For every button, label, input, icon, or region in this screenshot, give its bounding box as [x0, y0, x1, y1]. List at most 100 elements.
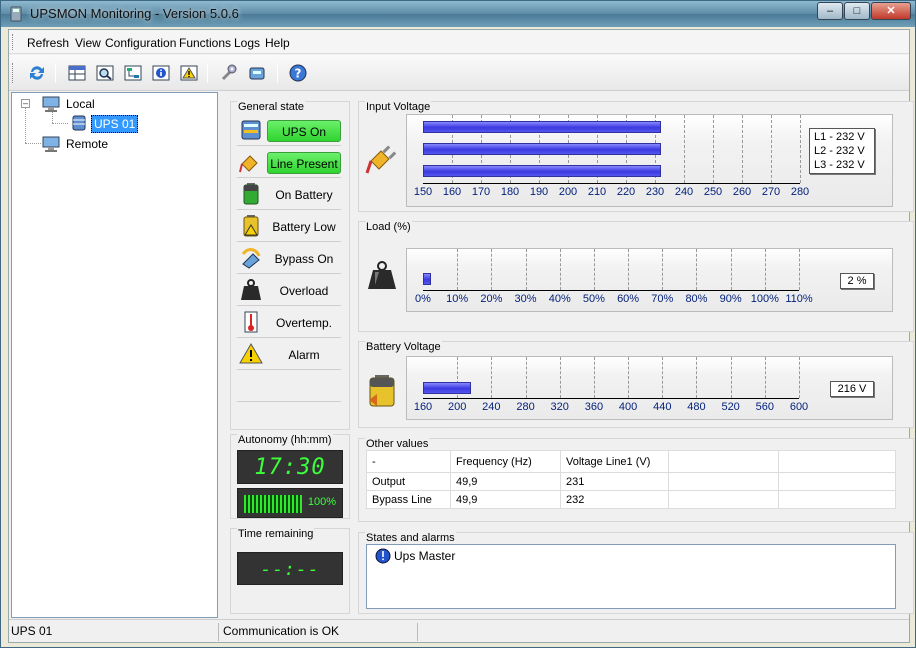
- gauge-bar: [423, 121, 661, 133]
- menu-functions[interactable]: Functions: [179, 36, 231, 50]
- minimize-button[interactable]: –: [817, 2, 843, 20]
- ups-icon[interactable]: [247, 63, 267, 83]
- toolbar-grip: [12, 63, 15, 83]
- grid-line: [764, 249, 766, 290]
- autonomy-display: 17:30: [237, 450, 343, 484]
- bypass-icon: [241, 248, 261, 269]
- state-row: Battery Low: [237, 212, 341, 242]
- other-values-table: - Frequency (Hz) Voltage Line1 (V) Outpu…: [366, 450, 896, 509]
- tick-label: 60%: [617, 293, 640, 305]
- tick-label: 200: [558, 186, 578, 198]
- tick-label: 40%: [548, 293, 571, 305]
- table-cell: 49,9: [450, 490, 561, 509]
- state-label: Alarm: [288, 348, 320, 362]
- tree-node-remote[interactable]: Remote: [66, 137, 108, 151]
- menu-help[interactable]: Help: [265, 36, 290, 50]
- menu-logs[interactable]: Logs: [234, 36, 260, 50]
- tick-label: 180: [500, 186, 520, 198]
- battery-low-icon: [243, 215, 259, 237]
- menu-view[interactable]: View: [75, 36, 101, 50]
- tick-label: 80%: [685, 293, 708, 305]
- tools-icon[interactable]: [219, 63, 239, 83]
- tick-label: 400: [618, 401, 638, 413]
- gauge-axis: [423, 290, 799, 291]
- tree-node-local[interactable]: Local: [66, 97, 95, 111]
- tick-label: 190: [529, 186, 549, 198]
- grid-line: [628, 357, 630, 398]
- alarm-icon: [239, 343, 263, 364]
- tick-label: 480: [687, 401, 706, 413]
- line3-readout: L3 - 232 V: [814, 159, 865, 171]
- ups-stack-icon: [241, 120, 261, 140]
- general-state-title: General state: [237, 101, 306, 113]
- grid-line: [525, 249, 527, 290]
- grid-line: [696, 357, 698, 398]
- grid-line: [696, 249, 698, 290]
- toolbar-separator: [277, 63, 278, 83]
- line2-readout: L2 - 232 V: [814, 145, 865, 157]
- help-icon[interactable]: ?: [288, 63, 308, 83]
- app-window: UPSMON Monitoring - Version 5.0.6 – □ ✕ …: [0, 0, 916, 648]
- tick-label: 360: [584, 401, 604, 413]
- tick-label: 200: [447, 401, 467, 413]
- table-header[interactable]: Frequency (Hz): [450, 450, 561, 473]
- table-cell: Output: [366, 472, 451, 491]
- states-alarms-title: States and alarms: [365, 532, 456, 544]
- menu-bar: Refresh View Configuration Functions Log…: [9, 30, 909, 54]
- input-voltage-title: Input Voltage: [365, 101, 432, 113]
- state-row: Bypass On: [237, 244, 341, 274]
- table-cell: [668, 490, 779, 509]
- tick-label: 240: [482, 401, 501, 413]
- battery-voltage-panel: Battery Voltage 160 200 240 280 320 360 400 440…: [358, 341, 914, 428]
- tick-label: 160: [413, 401, 433, 413]
- status-bar: UPS 01 Communication is OK: [9, 619, 909, 642]
- table-header[interactable]: [778, 450, 896, 473]
- table-icon[interactable]: [67, 63, 87, 83]
- close-button[interactable]: ✕: [871, 2, 911, 20]
- grid-line: [593, 357, 595, 398]
- table-row[interactable]: Bypass Line 49,9 232: [366, 490, 896, 509]
- state-label: On Battery: [275, 188, 333, 202]
- table-header[interactable]: -: [366, 450, 451, 473]
- tree-line: [52, 123, 68, 124]
- tick-label: 260: [732, 186, 752, 198]
- collapse-toggle[interactable]: –: [21, 99, 30, 108]
- gauge-axis: [423, 183, 800, 184]
- maximize-button[interactable]: □: [844, 2, 870, 20]
- warning-icon[interactable]: [179, 63, 199, 83]
- tree-line: [25, 107, 26, 143]
- gauge-bar: [423, 273, 431, 285]
- tree-node-ups[interactable]: UPS 01: [91, 115, 139, 133]
- info-icon[interactable]: [151, 63, 171, 83]
- tick-label: 100%: [750, 293, 779, 305]
- grid-line: [457, 249, 459, 290]
- menu-refresh[interactable]: Refresh: [27, 36, 69, 50]
- svg-text:?: ?: [295, 67, 302, 81]
- input-voltage-readout: L1 - 232 V L2 - 232 V L3 - 232 V: [809, 128, 875, 174]
- device-tree[interactable]: – Local UPS 01 Remote: [11, 92, 218, 618]
- table-header[interactable]: [668, 450, 779, 473]
- network-icon[interactable]: [123, 63, 143, 83]
- window-title: UPSMON Monitoring - Version 5.0.6: [30, 6, 239, 21]
- grid-line: [662, 357, 664, 398]
- ups-device-icon: [72, 115, 86, 131]
- search-icon[interactable]: [95, 63, 115, 83]
- states-alarms-list[interactable]: Ups Master: [366, 544, 896, 609]
- input-voltage-panel: Input Voltage 150 160 170 180 190 200 210 220 23…: [358, 101, 914, 212]
- table-cell: 232: [560, 490, 669, 509]
- table-header[interactable]: Voltage Line1 (V): [560, 450, 669, 473]
- menu-configuration[interactable]: Configuration: [105, 36, 176, 50]
- title-bar[interactable]: UPSMON Monitoring - Version 5.0.6 – □ ✕: [1, 1, 915, 27]
- state-label: Battery Low: [272, 220, 336, 234]
- tick-label: 210: [587, 186, 607, 198]
- gauge-bar: [423, 143, 661, 155]
- grid-line: [764, 357, 766, 398]
- splitter[interactable]: [219, 92, 224, 618]
- refresh-icon[interactable]: [27, 63, 47, 83]
- other-values-title: Other values: [365, 438, 430, 450]
- tick-label: 560: [755, 401, 774, 413]
- tick-label: 520: [721, 401, 740, 413]
- tick-label: 10%: [446, 293, 469, 305]
- table-row[interactable]: Output 49,9 231: [366, 472, 896, 491]
- tick-label: 440: [653, 401, 672, 413]
